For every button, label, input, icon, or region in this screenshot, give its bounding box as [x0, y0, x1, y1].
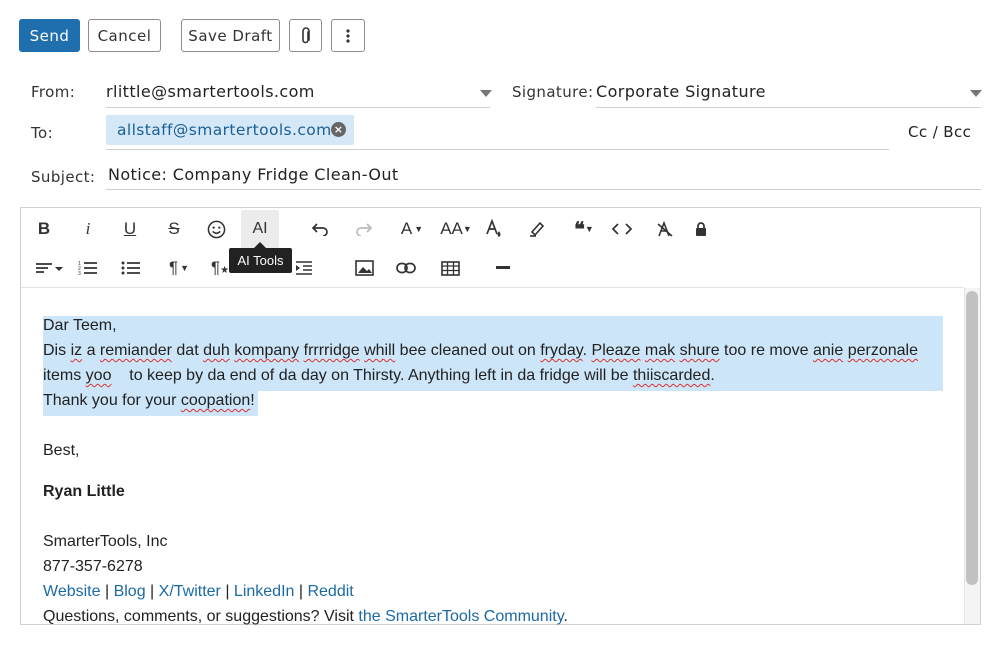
horizontal-rule-icon	[496, 266, 510, 269]
font-dropdown-caret-icon: ▼	[414, 224, 424, 234]
paragraph-format-button[interactable]: ¶ ▼	[163, 253, 195, 283]
to-underline	[106, 149, 889, 150]
message-greeting[interactable]: Dar Teem,	[43, 317, 117, 335]
svg-text:3: 3	[78, 271, 81, 276]
recipient-chip[interactable]: allstaff@smartertools.com ×	[106, 115, 354, 145]
quote-icon: ❝	[574, 218, 585, 241]
highlighter-icon	[530, 221, 545, 237]
subject-label: Subject:	[31, 168, 96, 186]
blog-link[interactable]: Blog	[114, 583, 146, 600]
message-closing[interactable]: Best,	[43, 442, 79, 460]
redo-button[interactable]	[348, 214, 380, 244]
message-line-4[interactable]: Thank you for your coopation!	[43, 392, 255, 410]
cc-bcc-link[interactable]: Cc / Bcc	[908, 123, 971, 141]
paragraph-caret-icon: ▼	[180, 263, 190, 273]
more-options-button[interactable]	[331, 19, 365, 52]
link-icon	[396, 262, 416, 274]
bullet-list-button[interactable]	[115, 253, 147, 283]
font-size-button[interactable]: AA ▼	[438, 214, 474, 244]
signature-phone[interactable]: 877-357-6278	[43, 558, 143, 576]
ai-tools-icon: AI	[252, 220, 268, 237]
message-line-3[interactable]: items yoo to keep by da end of da day on…	[43, 367, 715, 385]
community-link[interactable]: the SmarterTools Community	[358, 608, 563, 625]
editor-scrollbar-thumb[interactable]	[966, 291, 978, 585]
highlight-button[interactable]	[521, 214, 553, 244]
signature-chevron-down-icon[interactable]	[970, 90, 982, 97]
to-label: To:	[31, 124, 54, 142]
lock-button[interactable]	[685, 214, 717, 244]
signature-footer: Questions, comments, or suggestions? Vis…	[43, 608, 568, 625]
font-size-caret-icon: ▼	[462, 224, 472, 234]
code-button[interactable]	[606, 214, 638, 244]
clear-format-icon	[657, 220, 673, 237]
message-line-2[interactable]: Dis iz a remiander dat duh kompany frrrr…	[43, 342, 918, 360]
align-left-icon	[36, 263, 63, 273]
insert-image-button[interactable]	[348, 253, 380, 283]
insert-table-button[interactable]	[434, 253, 466, 283]
from-chevron-down-icon[interactable]	[480, 90, 492, 97]
bold-button[interactable]: B	[28, 214, 60, 244]
blockquote-button[interactable]: ❝ ▼	[568, 214, 600, 244]
remove-recipient-icon[interactable]: ×	[331, 122, 346, 137]
font-size-icon: AA	[440, 219, 463, 238]
italic-button[interactable]: i	[72, 214, 104, 244]
signature-name[interactable]: Ryan Little	[43, 483, 125, 501]
signature-select-value[interactable]: Corporate Signature	[596, 82, 766, 101]
image-icon	[354, 260, 374, 276]
undo-icon	[311, 223, 328, 236]
font-icon: A	[400, 219, 413, 238]
undo-button[interactable]	[304, 214, 336, 244]
save-draft-button[interactable]: Save Draft	[181, 19, 280, 52]
lock-icon	[696, 222, 706, 236]
text-color-button[interactable]	[478, 214, 510, 244]
from-select-value[interactable]: rlittle@smartertools.com	[106, 82, 315, 101]
paperclip-icon	[301, 26, 310, 43]
signature-company[interactable]: SmarterTools, Inc	[43, 533, 167, 551]
strikethrough-button[interactable]: S	[158, 214, 190, 244]
editor-toolbar-divider	[21, 287, 964, 288]
underline-button[interactable]: U	[114, 214, 146, 244]
recipient-chip-label: allstaff@smartertools.com	[117, 121, 332, 139]
indent-button[interactable]	[288, 253, 320, 283]
attach-button[interactable]	[289, 19, 322, 52]
insert-link-button[interactable]	[390, 253, 422, 283]
clear-format-button[interactable]	[649, 214, 681, 244]
subject-input[interactable]: Notice: Company Fridge Clean-Out	[108, 165, 399, 184]
emoji-button[interactable]	[200, 214, 232, 244]
subject-underline	[106, 189, 981, 190]
paragraph-icon: ¶	[168, 258, 179, 277]
from-underline	[106, 107, 490, 108]
twitter-link[interactable]: X/Twitter	[159, 583, 221, 600]
signature-label: Signature:	[512, 83, 594, 101]
table-icon	[440, 260, 460, 276]
website-link[interactable]: Website	[43, 583, 101, 600]
indent-icon	[296, 261, 312, 275]
redo-icon	[356, 223, 373, 236]
send-button[interactable]: Send	[19, 19, 80, 52]
font-family-button[interactable]: A ▼	[396, 214, 428, 244]
reddit-link[interactable]: Reddit	[307, 583, 353, 600]
smiley-icon	[207, 220, 225, 238]
quote-caret-icon: ▼	[584, 224, 594, 234]
bullet-list-icon	[121, 261, 140, 275]
signature-underline	[596, 107, 981, 108]
linkedin-link[interactable]: LinkedIn	[234, 583, 295, 600]
ordered-list-button[interactable]: 123	[72, 253, 104, 283]
numbered-list-icon: 123	[78, 261, 97, 276]
code-icon	[612, 223, 632, 235]
from-label: From:	[31, 83, 76, 101]
horizontal-rule-button[interactable]	[487, 253, 519, 283]
ai-tools-tooltip: AI Tools	[229, 242, 292, 273]
paragraph-style-icon: ¶★	[210, 258, 230, 277]
cancel-button[interactable]: Cancel	[88, 19, 161, 52]
more-vertical-icon	[346, 28, 350, 43]
text-color-icon	[486, 219, 501, 237]
signature-links: Website | Blog | X/Twitter | LinkedIn | …	[43, 583, 354, 600]
align-button[interactable]	[32, 253, 66, 283]
